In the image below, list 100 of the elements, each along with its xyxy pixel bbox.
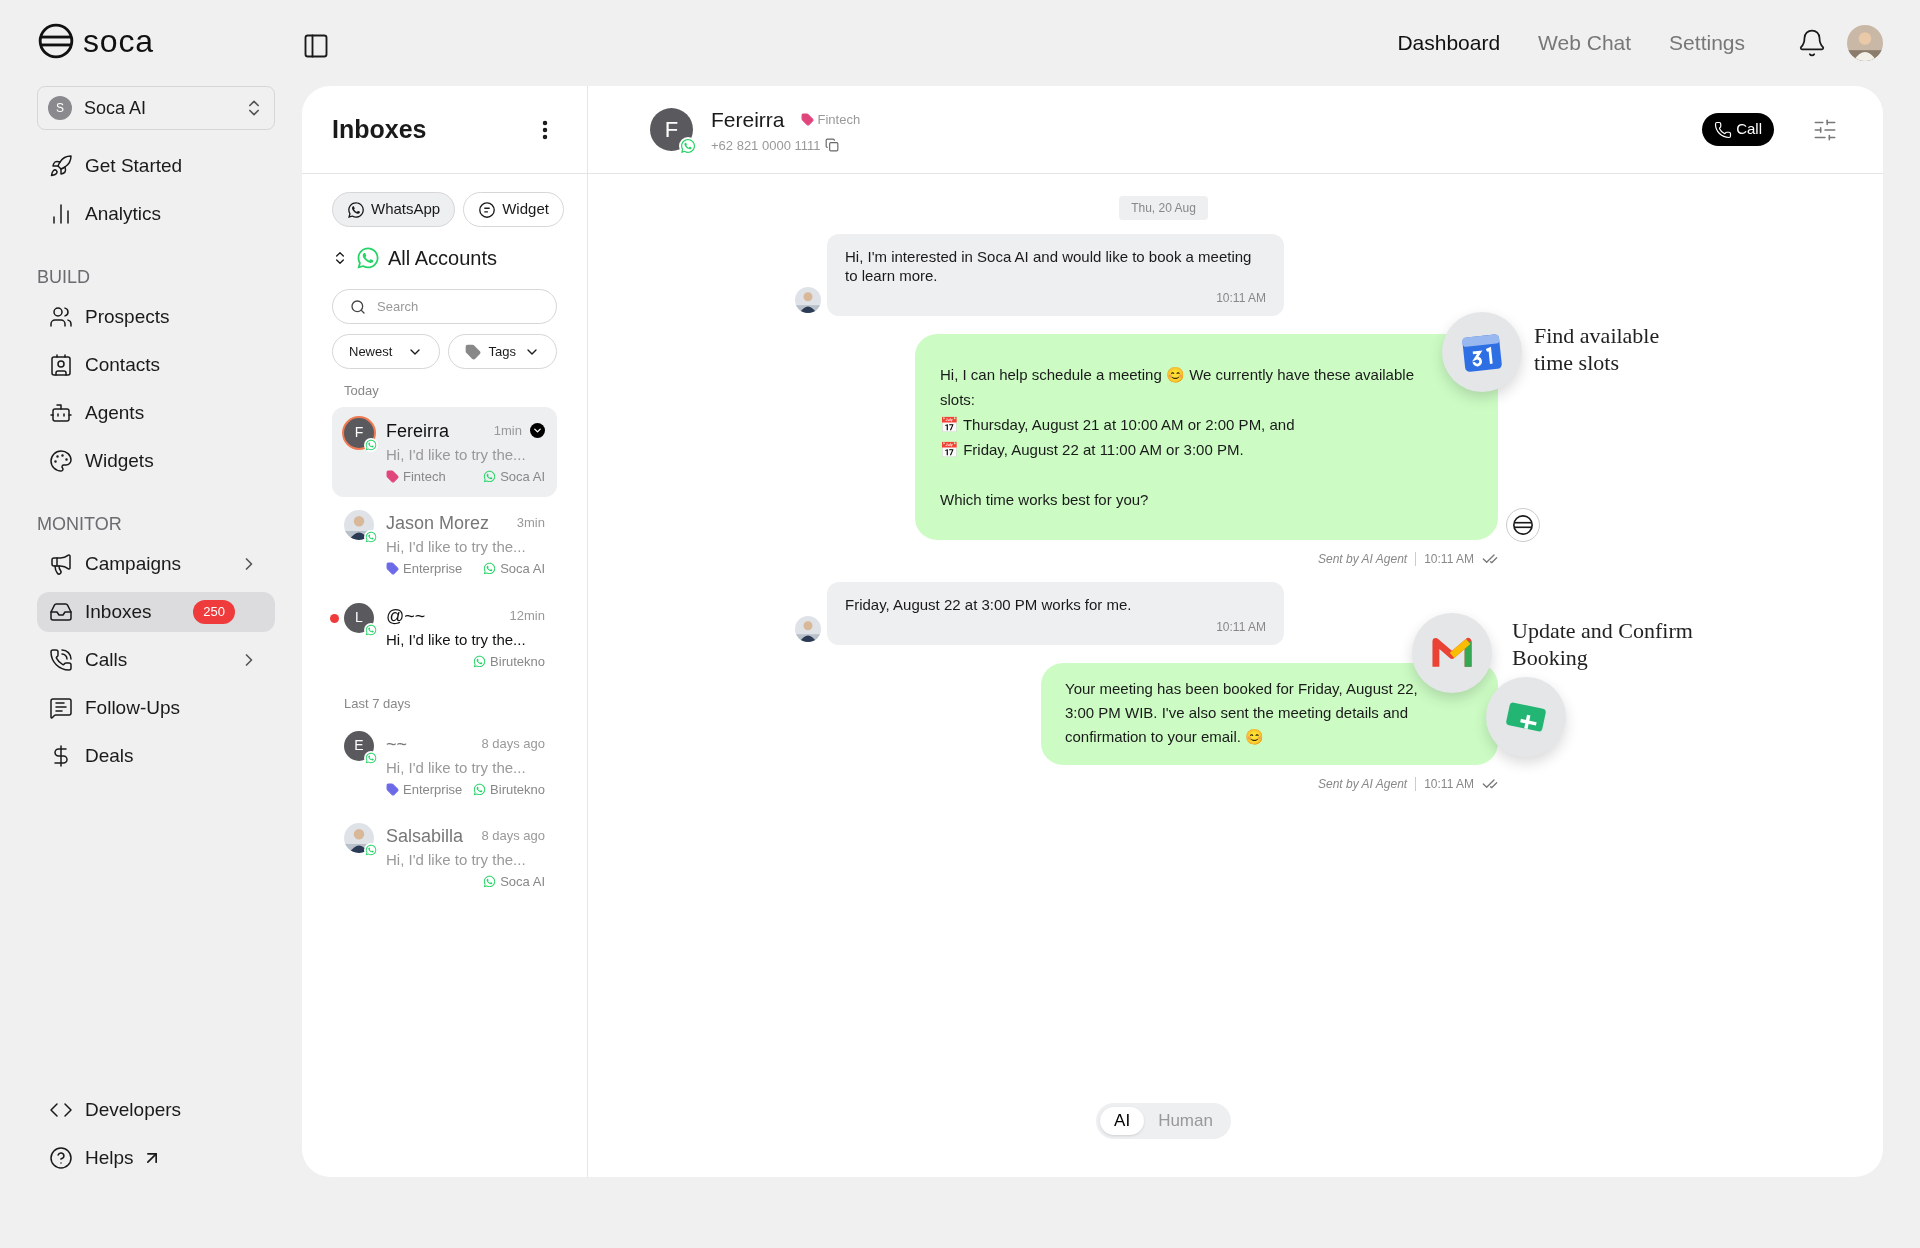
sidebar-item[interactable]: Prospects: [37, 297, 275, 337]
account-name: Soca AI: [500, 560, 545, 578]
conversation-item[interactable]: Jason Morez 3min Hi, I'd like to try the... Enterprise Soca AI: [332, 499, 557, 590]
whatsapp-icon: [365, 531, 377, 543]
contact-avatar: L: [344, 602, 374, 633]
message-preview: Hi, I'd like to try the...: [386, 629, 527, 650]
search-icon: [350, 299, 366, 315]
sidebar-item[interactable]: Contacts: [37, 345, 275, 385]
group-heading: Last 7 days: [344, 695, 412, 713]
incoming-message: Friday, August 22 at 3:00 PM works for me. 10:11 AM: [827, 582, 1284, 645]
message-time: 8 days ago: [481, 734, 545, 753]
mode-option[interactable]: AI: [1100, 1107, 1145, 1135]
calendar-icon: [1442, 312, 1522, 392]
whatsapp-icon: [365, 751, 377, 764]
sender-label: Sent by AI Agent: [1318, 551, 1408, 568]
section-heading: BUILD: [37, 266, 91, 289]
channel-tab[interactable]: WhatsApp: [332, 192, 456, 227]
whatsapp-icon: [473, 654, 487, 668]
message-preview: Hi, I'd like to try the...: [386, 757, 527, 778]
message-text: 📅 Thursday, August 21 at 10:00 AM or 2:00 PM, and: [940, 415, 1296, 435]
sidebar-item[interactable]: Get Started: [37, 146, 275, 186]
conversation-item[interactable]: L @~~ 12min Hi, I'd like to try the... Birutekno: [332, 591, 557, 682]
sidebar-link[interactable]: Developers: [37, 1090, 275, 1130]
workspace-dropdown[interactable]: S Soca AI: [37, 86, 275, 130]
incoming-message: Hi, I'm interested in Soca AI and would like to book a meeting to learn more. 10:11 AM: [827, 234, 1284, 316]
contact-name: Jason Morez: [386, 512, 491, 535]
sidebar-item[interactable]: Follow-Ups: [37, 688, 275, 728]
account-selector[interactable]: All Accounts: [388, 243, 497, 273]
whatsapp-icon: [347, 200, 365, 219]
chevron-down-icon[interactable]: [530, 423, 545, 438]
chat-widget-icon: [478, 200, 497, 219]
tag-label: Fintech: [403, 467, 446, 486]
top-nav-link[interactable]: Dashboard: [1397, 27, 1501, 59]
message-time: 10:11 AM: [1424, 776, 1474, 793]
phone-icon: [1714, 120, 1733, 139]
phone-number: +62 821 0000 1111: [711, 136, 821, 155]
whatsapp-icon: [483, 562, 497, 576]
count-badge: 250: [193, 600, 235, 624]
sidebar-item[interactable]: Widgets: [37, 441, 275, 481]
contact-name: Fereirra: [711, 107, 785, 133]
conversation-item[interactable]: Salsabilla 8 days ago Hi, I'd like to try the... Soca AI: [332, 812, 557, 903]
notification-bell-icon[interactable]: [1797, 28, 1827, 58]
contact-name: ~~: [386, 732, 409, 756]
sender-label: Sent by AI Agent: [1318, 776, 1408, 793]
contact-name: @~~: [386, 604, 427, 628]
tag-label: Enterprise: [403, 780, 463, 799]
message-time: 8 days ago: [481, 827, 545, 846]
account-name: Birutekno: [490, 780, 545, 799]
sidebar-item[interactable]: Analytics: [37, 194, 275, 234]
message-time: 10:11 AM: [1424, 551, 1474, 568]
message-icon: [49, 696, 73, 720]
logo-icon: [1512, 514, 1534, 536]
sidebar-item[interactable]: Agents: [37, 393, 275, 433]
call-button[interactable]: Call: [1702, 113, 1774, 146]
tag-label: Enterprise: [403, 560, 463, 578]
help-icon: [49, 1146, 73, 1170]
message-time: 3min: [516, 514, 545, 533]
contact-name: Fereirra: [386, 419, 450, 443]
sidebar-item[interactable]: Inboxes 250: [37, 592, 275, 632]
message-time: 1min: [493, 421, 522, 440]
account-name: Birutekno: [490, 652, 545, 671]
sidebar-toggle-icon[interactable]: [302, 32, 330, 60]
sidebar-item[interactable]: Deals: [37, 736, 275, 776]
rocket-icon: [49, 154, 73, 178]
conversation-item[interactable]: E ~~ 8 days ago Hi, I'd like to try the... Enterprise Birutekno: [332, 719, 557, 810]
whatsapp-icon: [473, 782, 487, 796]
copy-icon[interactable]: [824, 138, 839, 153]
message-text: Your meeting has been booked for Friday, August 22, 3:00 PM WIB. I've also sent the meeting details and confirmation to your email. 😊: [1065, 679, 1419, 747]
message-text: Hi, I'm interested in Soca AI and would like to book a meeting to learn more.: [845, 247, 1253, 285]
channel-tab[interactable]: Widget: [463, 192, 564, 227]
message-preview: Hi, I'd like to try the...: [386, 537, 527, 557]
message-text: Which time works best for you?: [940, 490, 1150, 510]
message-text: Hi, I can help schedule a meeting 😊 We currently have these available slots:: [940, 365, 1415, 410]
message-time: 12min: [509, 606, 545, 625]
contact-name: Salsabilla: [386, 825, 465, 848]
top-nav-link[interactable]: Web Chat: [1538, 27, 1632, 59]
workspace-avatar: S: [48, 96, 72, 120]
account-name: Soca AI: [500, 873, 545, 891]
robot-icon: [49, 401, 73, 425]
account-name: Soca AI: [500, 467, 545, 486]
conversation-item[interactable]: F Fereirra 1min Hi, I'd like to try the... Fintech Soca AI: [332, 406, 557, 497]
users-icon: [49, 305, 73, 329]
video-call-icon: [1486, 677, 1566, 757]
whatsapp-icon: [356, 246, 380, 270]
sidebar-link[interactable]: Helps: [37, 1138, 275, 1178]
brand-name: soca: [83, 25, 154, 57]
workspace-name: Soca AI: [84, 96, 148, 120]
phone-icon: [49, 648, 73, 672]
sidebar-item[interactable]: Campaigns: [37, 544, 275, 584]
whatsapp-icon: [483, 469, 497, 483]
whatsapp-icon: [365, 438, 377, 451]
message-preview: Hi, I'd like to try the...: [386, 850, 527, 870]
message-preview: Hi, I'd like to try the...: [386, 444, 527, 465]
feature-annotation: Find available time slots: [1534, 322, 1661, 376]
search-field[interactable]: Search: [332, 289, 557, 324]
sidebar-item[interactable]: Calls: [37, 640, 275, 680]
message-text: 📅 Friday, August 22 at 11:00 AM or 3:00 PM.: [940, 440, 1245, 460]
megaphone-icon: [49, 552, 73, 576]
top-nav-link[interactable]: Settings: [1669, 27, 1745, 59]
contact-avatar: E: [344, 730, 374, 761]
